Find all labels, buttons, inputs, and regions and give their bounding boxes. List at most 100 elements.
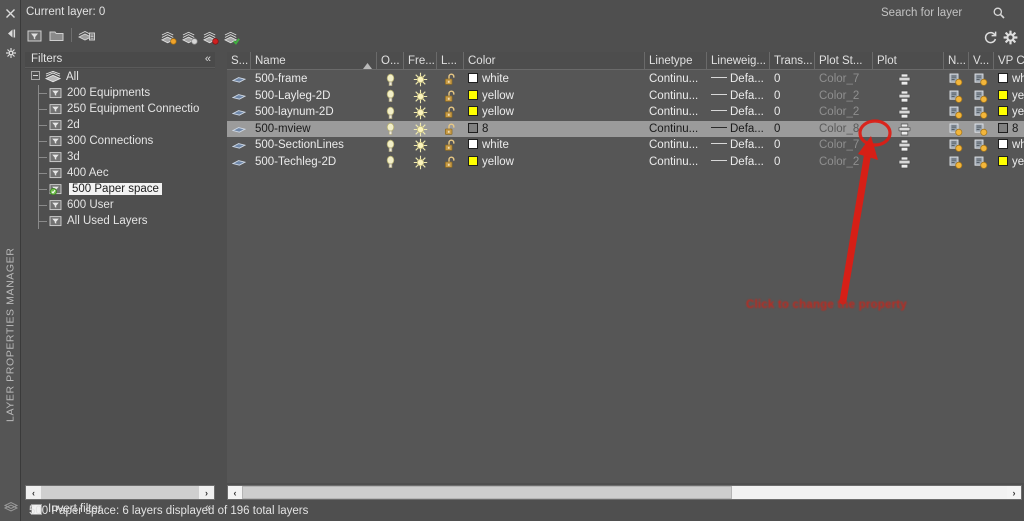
cell-vpcolor[interactable]: white [994,71,1024,88]
new-property-filter-button[interactable] [25,26,45,45]
column-header-newvpfreeze[interactable]: N... [944,52,969,70]
sun-icon[interactable] [413,155,428,170]
column-header-color[interactable]: Color [464,52,645,70]
plot-icon[interactable] [897,122,912,137]
column-header-name[interactable]: Name [251,52,377,70]
layer-icon[interactable] [231,155,246,170]
layer-icon[interactable] [231,138,246,153]
filters-horizontal-scrollbar[interactable]: ‹ › [25,485,215,500]
plot-icon[interactable] [897,138,912,153]
unlocked-icon[interactable] [443,89,458,104]
filters-scroll-left-button[interactable]: ‹ [26,486,41,499]
cell-plotstyle[interactable]: Color_7 [815,71,873,88]
cell-name[interactable]: 500-Techleg-2D [251,154,377,171]
table-row[interactable]: 500-mview 8 Continu... Defa... 0 Color_8 8 [227,120,1024,138]
vp-freeze-icon[interactable] [973,155,988,170]
search-box[interactable] [881,5,1006,21]
cell-plotstyle[interactable]: Color_2 [815,104,873,121]
cell-name[interactable]: 500-frame [251,71,377,88]
filter-tree-item[interactable]: All [25,69,215,85]
grid-scroll-track[interactable] [242,486,1007,499]
cell-name[interactable]: 500-laynum-2D [251,104,377,121]
column-header-on[interactable]: O... [377,52,404,70]
delete-layer-button[interactable] [203,30,219,46]
grid-horizontal-scrollbar[interactable]: ‹ › [227,485,1022,500]
on-bulb-icon[interactable] [383,122,398,137]
column-header-linetype[interactable]: Linetype [645,52,707,70]
vp-freeze-icon[interactable] [973,72,988,87]
filter-tree-item[interactable]: 200 Equipments [25,85,215,101]
cell-lineweight[interactable]: Defa... [707,71,770,88]
on-bulb-icon[interactable] [383,89,398,104]
close-icon[interactable] [0,2,21,24]
cell-color[interactable]: yellow [464,104,645,121]
column-header-freeze[interactable]: Fre... [404,52,437,70]
cell-linetype[interactable]: Continu... [645,71,707,88]
filter-tree-item[interactable]: 600 User [25,197,215,213]
grid-scroll-thumb[interactable] [242,486,732,499]
plot-icon[interactable] [897,89,912,104]
vp-freeze-icon[interactable] [973,105,988,120]
on-bulb-icon[interactable] [383,138,398,153]
filters-scroll-right-button[interactable]: › [199,486,214,499]
sun-icon[interactable] [413,72,428,87]
vp-freeze-icon[interactable] [973,89,988,104]
layer-icon[interactable] [231,89,246,104]
sun-icon[interactable] [413,89,428,104]
layer-icon[interactable] [231,72,246,87]
cell-vpcolor[interactable]: white [994,137,1024,154]
cell-transparency[interactable]: 0 [770,104,815,121]
auto-hide-icon[interactable] [0,22,21,44]
cell-lineweight[interactable]: Defa... [707,104,770,121]
cell-linetype[interactable]: Continu... [645,104,707,121]
on-bulb-icon[interactable] [383,105,398,120]
table-row[interactable]: 500-Layleg-2D yellow Continu... Defa... 0 Col… [227,88,1024,105]
table-row[interactable]: 500-SectionLines white Continu... Defa... 0 C… [227,137,1024,154]
filters-scroll-track[interactable] [41,486,199,499]
sun-icon[interactable] [413,138,428,153]
cell-transparency[interactable]: 0 [770,121,815,138]
cell-color[interactable]: white [464,137,645,154]
new-layer-button[interactable] [161,30,177,46]
filters-collapse-button[interactable]: « [205,53,211,65]
column-header-transparency[interactable]: Trans... [770,52,815,70]
column-header-vpfreeze[interactable]: V... [969,52,994,70]
set-current-button[interactable] [224,30,240,46]
unlocked-icon[interactable] [443,155,458,170]
layer-states-manager-button[interactable] [77,26,97,45]
column-header-lineweight[interactable]: Lineweig... [707,52,770,70]
sun-icon[interactable] [413,122,428,137]
cell-transparency[interactable]: 0 [770,137,815,154]
vp-freeze-icon[interactable] [948,89,963,104]
cell-linetype[interactable]: Continu... [645,88,707,105]
cell-name[interactable]: 500-SectionLines [251,137,377,154]
vp-freeze-icon[interactable] [948,72,963,87]
cell-linetype[interactable]: Continu... [645,121,707,138]
sun-icon[interactable] [413,105,428,120]
new-layer-vp-frozen-button[interactable] [182,30,198,46]
cell-name[interactable]: 500-Layleg-2D [251,88,377,105]
filter-tree-item[interactable]: All Used Layers [25,213,215,229]
filter-tree-item[interactable]: 3d [25,149,215,165]
table-row[interactable]: 500-Techleg-2D yellow Continu... Defa... 0 Co… [227,154,1024,171]
vp-freeze-icon[interactable] [948,138,963,153]
cell-color[interactable]: yellow [464,88,645,105]
filter-tree-item[interactable]: 300 Connections [25,133,215,149]
vp-freeze-icon[interactable] [973,138,988,153]
grid-scroll-right-button[interactable]: › [1007,486,1021,499]
vp-freeze-icon[interactable] [948,155,963,170]
cell-lineweight[interactable]: Defa... [707,154,770,171]
on-bulb-icon[interactable] [383,155,398,170]
plot-icon[interactable] [897,72,912,87]
cell-transparency[interactable]: 0 [770,71,815,88]
cell-color[interactable]: 8 [464,121,645,138]
filter-tree-item[interactable]: 400 Aec [25,165,215,181]
unlocked-icon[interactable] [443,138,458,153]
cell-plotstyle[interactable]: Color_2 [815,88,873,105]
cell-linetype[interactable]: Continu... [645,154,707,171]
filter-tree-item[interactable]: 250 Equipment Connectio [25,101,215,117]
panel-properties-icon[interactable] [0,42,21,64]
cell-plotstyle[interactable]: Color_2 [815,154,873,171]
unlocked-icon[interactable] [443,122,458,137]
cell-plotstyle[interactable]: Color_8 [815,121,873,138]
